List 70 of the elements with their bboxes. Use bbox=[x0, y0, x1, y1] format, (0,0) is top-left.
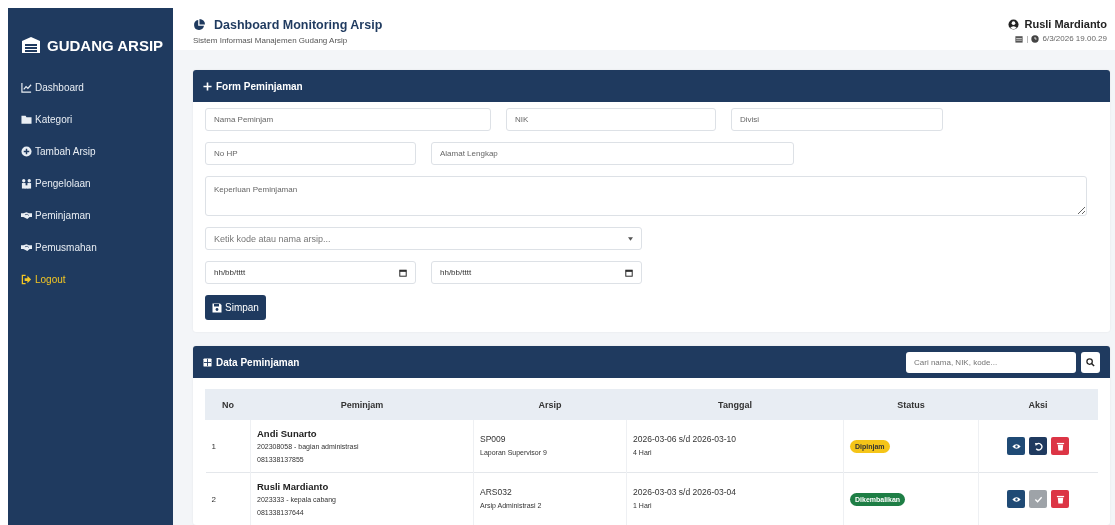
trash-icon bbox=[1055, 441, 1065, 451]
undo-icon bbox=[1033, 441, 1043, 451]
search-button[interactable] bbox=[1081, 351, 1100, 373]
logout-icon bbox=[21, 273, 32, 285]
sidebar-item[interactable]: Kategori bbox=[21, 108, 173, 130]
column-header: Status bbox=[843, 389, 979, 420]
warehouse-icon bbox=[21, 36, 41, 54]
end-date-field[interactable]: hh/bb/tttt bbox=[431, 261, 642, 284]
column-header: Aksi bbox=[978, 389, 1098, 420]
date-time: 6/3/2026 19.00.29 bbox=[1042, 34, 1107, 43]
sidebar-item[interactable]: Tambah Arsip bbox=[21, 140, 173, 162]
search-field[interactable]: Cari nama, NIK, kode... bbox=[906, 351, 1076, 373]
date-range: 2026-03-06 s/d 2026-03-10 bbox=[633, 433, 738, 446]
separator: | bbox=[1026, 34, 1029, 43]
name-field[interactable]: Nama Peminjam bbox=[205, 108, 491, 131]
date-range: 2026-03-03 s/d 2026-03-04 bbox=[633, 486, 738, 499]
folder-icon bbox=[21, 113, 32, 125]
delete-button[interactable] bbox=[1051, 490, 1070, 508]
brand-name: GUDANG ARSIP bbox=[47, 36, 164, 54]
plus-circle-icon bbox=[21, 145, 32, 157]
address-field[interactable]: Alamat Lengkap bbox=[431, 142, 794, 165]
card-title: Form Peminjaman bbox=[216, 80, 303, 92]
handshake-icon bbox=[21, 241, 32, 253]
return-button[interactable] bbox=[1029, 437, 1048, 455]
division-field[interactable]: Divisi bbox=[731, 108, 943, 131]
nik-field[interactable]: NIK bbox=[506, 108, 716, 131]
column-header: Arsip bbox=[473, 389, 627, 420]
people-icon bbox=[21, 177, 32, 189]
save-button[interactable]: Simpan bbox=[205, 295, 266, 320]
calendar-icon bbox=[1015, 34, 1024, 43]
clock-icon bbox=[1031, 34, 1040, 43]
card-title: Data Peminjaman bbox=[216, 356, 300, 368]
caret-icon bbox=[628, 236, 633, 241]
archive-code: SP009 bbox=[480, 433, 507, 446]
purpose-field[interactable]: Keperluan Peminjaman bbox=[205, 176, 1087, 216]
user-icon bbox=[1008, 18, 1020, 30]
trash-icon bbox=[1055, 494, 1065, 504]
plus-icon bbox=[203, 81, 212, 91]
sidebar-item[interactable]: Dashboard bbox=[21, 76, 173, 98]
calendar-icon bbox=[625, 268, 633, 277]
line-chart-icon bbox=[21, 81, 32, 93]
column-header: Tanggal bbox=[626, 389, 844, 420]
page-title: Dashboard Monitoring Arsip bbox=[214, 18, 383, 32]
borrower-name: Andi Sunarto bbox=[257, 426, 318, 440]
archive-select[interactable]: Ketik kode atau nama arsip... bbox=[205, 227, 642, 250]
calendar-icon bbox=[399, 268, 407, 277]
archive-code: ARS032 bbox=[480, 486, 513, 499]
table-cell: 1 bbox=[205, 419, 251, 473]
eye-icon bbox=[1011, 441, 1021, 451]
sidebar-item[interactable]: Pengelolaan bbox=[21, 172, 173, 194]
start-date-field[interactable]: hh/bb/tttt bbox=[205, 261, 416, 284]
sidebar-item[interactable]: Peminjaman bbox=[21, 204, 173, 226]
view-button[interactable] bbox=[1007, 490, 1026, 508]
view-button[interactable] bbox=[1007, 437, 1026, 455]
column-header: No bbox=[205, 389, 251, 420]
handshake-icon bbox=[21, 209, 32, 221]
sidebar-item[interactable]: Logout bbox=[21, 268, 173, 290]
user-name: Rusli Mardianto bbox=[1024, 18, 1107, 30]
page-subtitle: Sistem Informasi Manajemen Gudang Arsip bbox=[193, 36, 349, 45]
table-icon bbox=[203, 357, 212, 367]
table-cell: 2 bbox=[205, 472, 251, 525]
borrower-name: Rusli Mardianto bbox=[257, 479, 330, 493]
eye-icon bbox=[1011, 494, 1021, 504]
pie-chart-icon bbox=[193, 19, 205, 31]
check-icon bbox=[1033, 494, 1043, 504]
search-icon bbox=[1086, 357, 1095, 367]
column-header: Peminjam bbox=[250, 389, 474, 420]
phone-field[interactable]: No HP bbox=[205, 142, 416, 165]
sidebar-item[interactable]: Pemusmahan bbox=[21, 236, 173, 258]
delete-button[interactable] bbox=[1051, 437, 1070, 455]
